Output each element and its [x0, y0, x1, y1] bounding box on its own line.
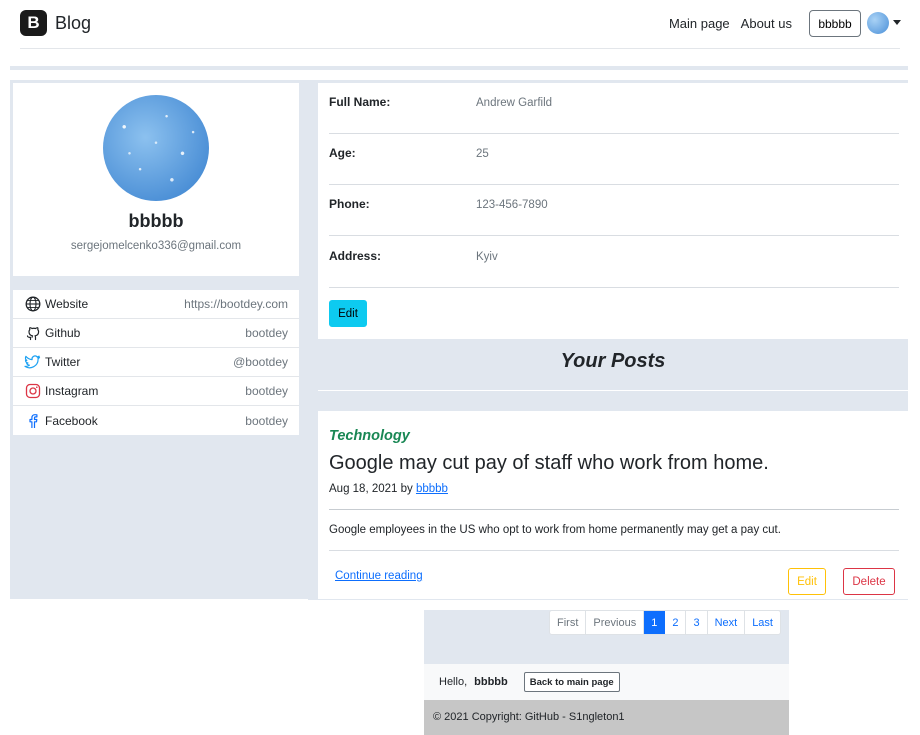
detail-label: Age:: [329, 146, 356, 160]
navbar: B Blog Main page About us bbbbb: [0, 0, 920, 50]
social-item-instagram[interactable]: Instagram bootdey: [13, 377, 299, 406]
brand-text: Blog: [55, 12, 92, 33]
page-2[interactable]: 2: [665, 611, 687, 634]
post-card: Technology Google may cut pay of staff w…: [318, 411, 908, 599]
social-value: @bootdey: [233, 355, 288, 369]
social-list: Website https://bootdey.com Github bootd…: [13, 290, 299, 435]
post-excerpt: Google employees in the US who opt to wo…: [329, 524, 781, 536]
post-meta: Aug 18, 2021 by bbbbb: [329, 483, 448, 495]
hello-username: bbbbb: [474, 676, 508, 688]
nav-links: Main page About us: [669, 16, 792, 31]
detail-row-phone: Phone: 123-456-7890: [329, 185, 899, 236]
edit-post-button[interactable]: Edit: [788, 568, 826, 595]
page-previous[interactable]: Previous: [586, 611, 645, 634]
detail-row-age: Age: 25: [329, 134, 899, 185]
social-item-twitter[interactable]: Twitter @bootdey: [13, 348, 299, 377]
social-label: Website: [45, 297, 89, 311]
social-label: Twitter: [45, 355, 81, 369]
facebook-icon: [24, 412, 41, 429]
profile-email: sergejomelcenko336@gmail.com: [70, 240, 242, 252]
page-last[interactable]: Last: [745, 611, 780, 634]
page-first[interactable]: First: [550, 611, 587, 634]
profile-avatar: [103, 95, 209, 201]
nav-link-main-page[interactable]: Main page: [669, 16, 730, 31]
social-value: bootdey: [245, 413, 288, 428]
page-next[interactable]: Next: [708, 611, 746, 634]
nav-avatar[interactable]: [867, 12, 889, 34]
social-value: bootdey: [245, 384, 288, 398]
post-date: Aug 18, 2021 by: [329, 483, 413, 495]
detail-value: 123-456-7890: [476, 199, 548, 211]
detail-value: Kyiv: [476, 251, 498, 263]
profile-name: bbbbb: [128, 211, 184, 231]
posts-divider: [318, 390, 908, 391]
social-label: Github: [45, 326, 81, 340]
hello-text: Hello,: [439, 676, 468, 688]
header-band: [10, 66, 908, 70]
nav-divider: [20, 48, 900, 49]
details-card: Full Name: Andrew Garfild Age: 25 Phone:…: [318, 83, 908, 339]
chevron-down-icon[interactable]: [893, 20, 901, 25]
github-icon: [24, 325, 41, 342]
instagram-icon: [24, 383, 41, 400]
social-item-facebook[interactable]: Facebook bootdey: [13, 406, 299, 435]
brand[interactable]: B Blog: [20, 10, 91, 36]
hello-bar: Hello, bbbbb Back to main page: [424, 664, 789, 700]
profile-card: bbbbb sergejomelcenko336@gmail.com: [13, 83, 299, 276]
detail-row-address: Address: Kyiv: [329, 237, 899, 288]
post-divider: [329, 550, 899, 551]
pagination: First Previous 1 2 3 Next Last: [549, 610, 781, 635]
delete-post-button[interactable]: Delete: [843, 568, 895, 595]
detail-label: Full Name:: [329, 95, 391, 109]
social-value: bootdey: [245, 326, 288, 340]
posts-heading: Your Posts: [560, 350, 666, 372]
continue-reading-link[interactable]: Continue reading: [335, 570, 423, 582]
social-label: Instagram: [45, 384, 99, 398]
detail-label: Address:: [329, 249, 382, 263]
social-label: Facebook: [45, 413, 98, 428]
back-to-main-button[interactable]: Back to main page: [523, 672, 620, 692]
social-item-website[interactable]: Website https://bootdey.com: [13, 290, 299, 319]
page-3[interactable]: 3: [686, 611, 708, 634]
detail-value: 25: [476, 148, 489, 160]
detail-row-full-name: Full Name: Andrew Garfild: [329, 83, 899, 134]
detail-value: Andrew Garfild: [476, 97, 553, 109]
edit-profile-button[interactable]: Edit: [329, 300, 367, 327]
page-1[interactable]: 1: [644, 611, 666, 634]
user-button[interactable]: bbbbb: [809, 10, 861, 37]
bootstrap-logo-icon: B: [20, 10, 47, 36]
nav-link-about-us[interactable]: About us: [741, 16, 792, 31]
social-item-github[interactable]: Github bootdey: [13, 319, 299, 348]
post-divider: [329, 509, 899, 510]
detail-label: Phone:: [329, 197, 370, 211]
post-category: Technology: [329, 428, 410, 444]
post-author-link[interactable]: bbbbb: [416, 483, 448, 495]
post-title: Google may cut pay of staff who work fro…: [329, 452, 769, 474]
footer: © 2021 Copyright: GitHub - S1ngleton1: [424, 700, 789, 735]
globe-icon: [24, 296, 41, 313]
twitter-icon: [24, 354, 41, 371]
social-value: https://bootdey.com: [184, 297, 288, 311]
